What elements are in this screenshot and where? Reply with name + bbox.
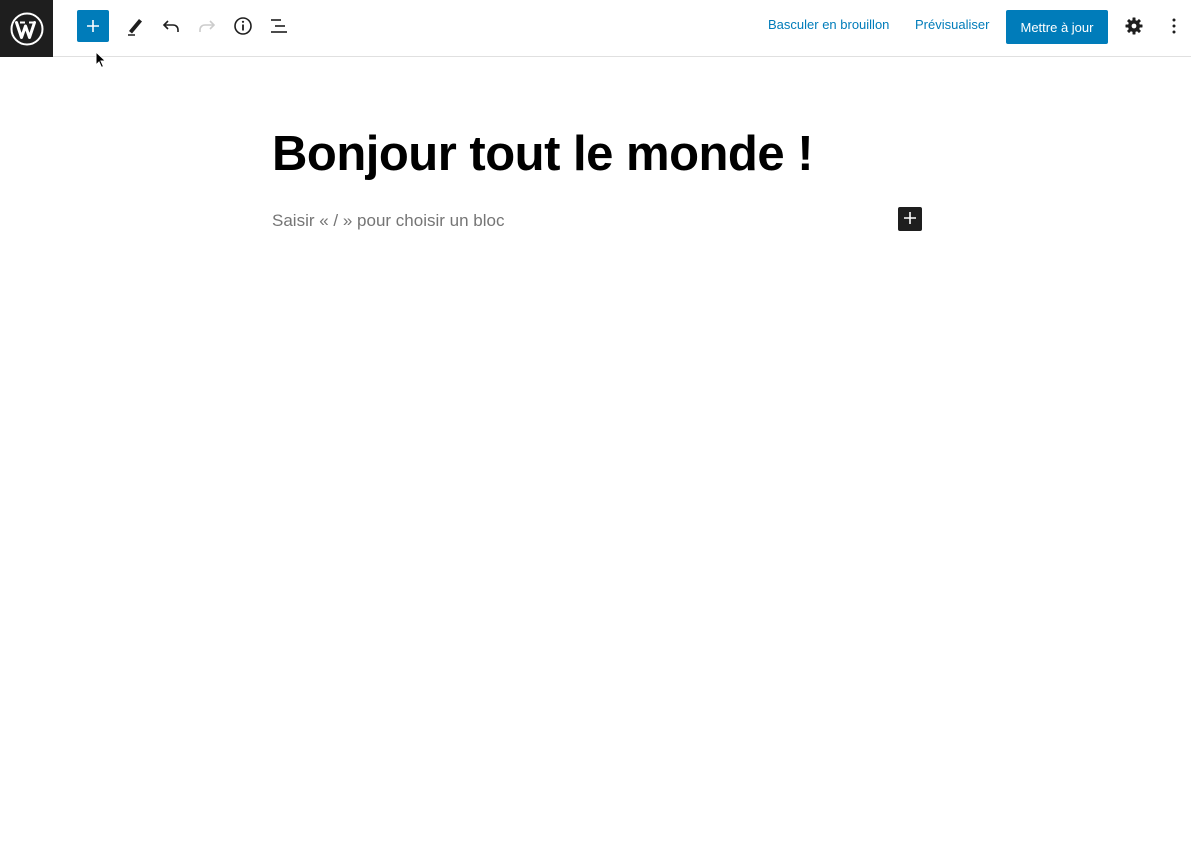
info-icon — [233, 16, 253, 36]
undo-icon — [161, 16, 181, 36]
list-view-button[interactable] — [263, 10, 295, 42]
update-button[interactable]: Mettre à jour — [1006, 10, 1108, 44]
block-placeholder[interactable]: Saisir « / » pour choisir un bloc — [272, 210, 872, 232]
post-title[interactable]: Bonjour tout le monde ! — [272, 124, 922, 184]
preview-button[interactable]: Prévisualiser — [915, 17, 989, 32]
tools-button[interactable] — [119, 10, 151, 42]
pencil-icon — [125, 16, 145, 36]
wordpress-logo-icon[interactable] — [0, 0, 53, 57]
plus-icon — [85, 18, 101, 34]
redo-button[interactable] — [191, 10, 223, 42]
plus-icon — [903, 211, 917, 228]
undo-button[interactable] — [155, 10, 187, 42]
settings-button[interactable] — [1118, 10, 1150, 42]
editor-header: Basculer en brouillon Prévisualiser Mett… — [0, 0, 1191, 57]
list-view-icon — [269, 16, 289, 36]
gear-icon — [1125, 17, 1143, 35]
mouse-cursor-icon — [95, 50, 107, 69]
details-button[interactable] — [227, 10, 259, 42]
add-block-button[interactable] — [77, 10, 109, 42]
block-appender-button[interactable] — [898, 207, 922, 231]
switch-to-draft-button[interactable]: Basculer en brouillon — [768, 17, 889, 32]
more-options-button[interactable] — [1158, 10, 1190, 42]
vertical-ellipsis-icon — [1172, 18, 1176, 34]
redo-icon — [197, 16, 217, 36]
